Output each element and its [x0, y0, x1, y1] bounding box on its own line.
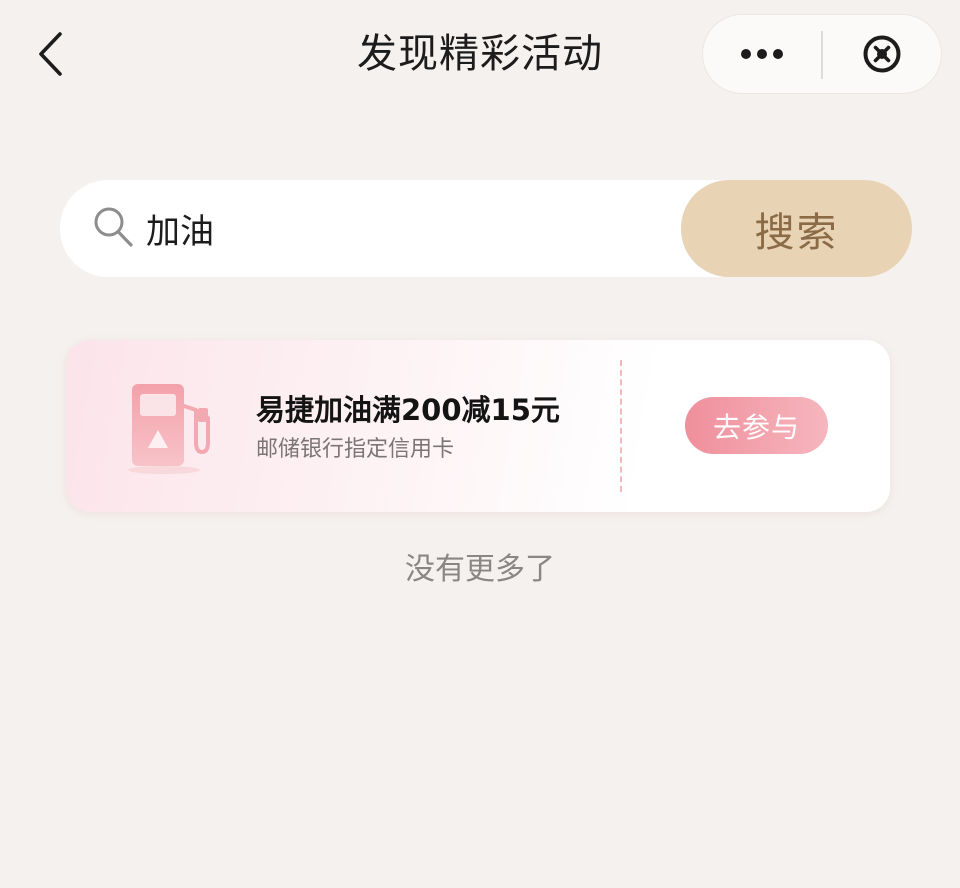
close-button[interactable]	[823, 15, 941, 93]
activity-title: 易捷加油满200减15元	[256, 393, 560, 427]
search-button[interactable]: 搜索	[681, 180, 912, 277]
gas-pump-icon	[128, 384, 210, 474]
navigation-bar: 发现精彩活动	[0, 0, 960, 110]
search-input[interactable]	[146, 196, 666, 260]
list-end-text: 没有更多了	[405, 552, 555, 587]
close-circle-icon	[863, 35, 901, 73]
card-dashed-divider	[620, 360, 622, 492]
join-button[interactable]: 去参与	[685, 397, 828, 454]
search-icon	[94, 207, 133, 247]
mini-program-capsule	[702, 14, 942, 94]
more-dots-icon	[741, 49, 783, 59]
activity-card[interactable]: 易捷加油满200减15元 邮储银行指定信用卡 去参与	[66, 340, 890, 512]
more-button[interactable]	[703, 15, 821, 93]
activity-subtitle: 邮储银行指定信用卡	[256, 437, 455, 462]
